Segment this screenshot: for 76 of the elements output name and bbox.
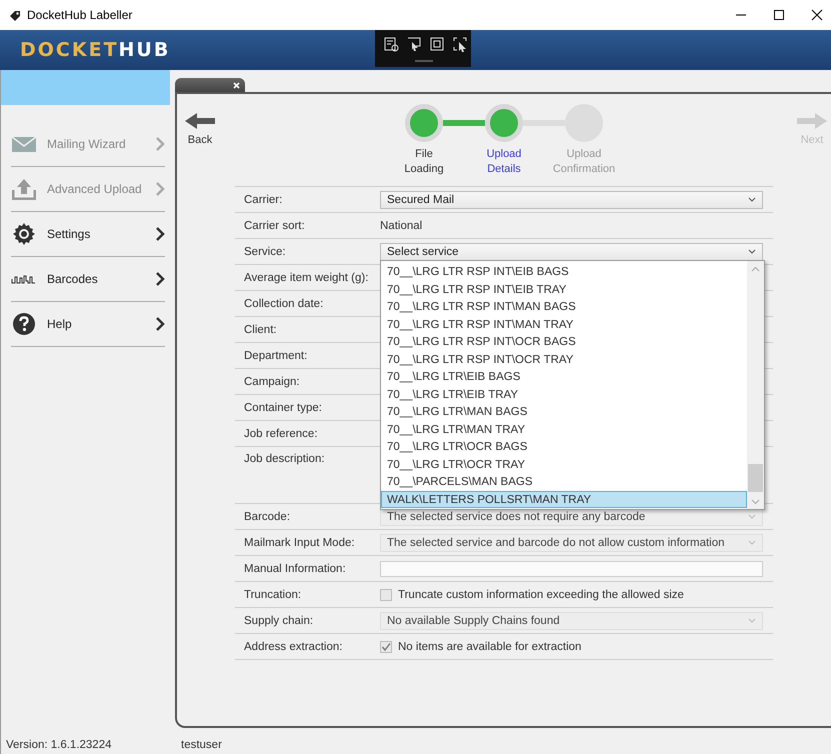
window-title: DocketHub Labeller: [27, 8, 134, 22]
step-label[interactable]: Upload Details: [464, 147, 544, 177]
field-label: Client:: [244, 324, 278, 336]
scrollbar[interactable]: [747, 261, 764, 509]
dropdown-option[interactable]: 70__\LRG LTR RSP INT\EIB BAGS: [381, 263, 747, 280]
dropdown-option[interactable]: 70__\LRG LTR RSP INT\OCR TRAY: [381, 350, 747, 368]
chevron-right-icon: [155, 227, 165, 241]
dropdown-option[interactable]: 70__\LRG LTR RSP INT\MAN BAGS: [381, 298, 747, 316]
envelope-icon: [11, 134, 37, 154]
dropdown-option[interactable]: 70__\LRG LTR RSP INT\OCR BAGS: [381, 333, 747, 350]
checkbox-label: No items are available for extraction: [398, 640, 582, 652]
dropdown-option[interactable]: 70__\LRG LTR\MAN TRAY: [381, 420, 747, 438]
tag-icon: [8, 8, 21, 22]
chevron-down-icon: [748, 540, 756, 545]
field-label: Collection date:: [244, 298, 324, 310]
chevron-right-icon: [155, 272, 165, 286]
chevron-right-icon: [155, 137, 165, 151]
step-label[interactable]: File Loading: [384, 147, 464, 177]
arrow-right-icon: [797, 112, 827, 130]
field-label: Average item weight (g):: [244, 272, 370, 284]
user-name: testuser: [181, 739, 222, 751]
select-field[interactable]: Secured Mail: [380, 190, 763, 208]
upload-icon: [12, 178, 36, 200]
selection-icon[interactable]: [452, 36, 468, 52]
field-label: Manual Information:: [244, 562, 347, 574]
dropdown-option[interactable]: 70__\LRG LTR\EIB BAGS: [381, 368, 747, 386]
dropdown-option[interactable]: 70__\LRG LTR\OCR TRAY: [381, 456, 747, 473]
select-element-icon[interactable]: [406, 36, 422, 52]
inspect-icon[interactable]: [383, 36, 399, 52]
select-field[interactable]: Select service: [380, 242, 763, 260]
field-label: Truncation:: [244, 588, 302, 600]
field-label: Job reference:: [244, 428, 319, 440]
chevron-right-icon: [155, 317, 165, 331]
scrollbar-thumb[interactable]: [748, 464, 763, 492]
barcode-icon: [11, 273, 37, 285]
checkmark-icon: [381, 642, 391, 652]
sidebar-item[interactable]: Barcodes: [11, 257, 165, 302]
version-text: Version: 1.6.1.23224: [6, 739, 112, 751]
field-label: Department:: [244, 350, 308, 362]
frame-icon[interactable]: [429, 36, 445, 52]
field-label: Job description:: [244, 453, 326, 465]
logo-text: HUB: [118, 39, 170, 61]
back-button[interactable]: Back: [185, 112, 215, 146]
chevron-down-icon: [748, 514, 756, 519]
chevron-down-icon: [748, 618, 756, 623]
sidebar-item[interactable]: Help: [11, 302, 165, 347]
maximize-icon[interactable]: [773, 9, 785, 21]
help-icon: [12, 312, 36, 336]
field-label: Campaign:: [244, 376, 301, 388]
arrow-left-icon: [185, 112, 215, 130]
dropdown-option[interactable]: 70__\LRG LTR RSP INT\MAN TRAY: [381, 316, 747, 333]
field-label: Barcode:: [244, 510, 292, 522]
logo-text: DOCKET: [20, 39, 119, 61]
close-icon[interactable]: [811, 9, 823, 21]
checkbox-label: Truncate custom information exceeding the allowed size: [398, 588, 684, 600]
gear-icon: [12, 222, 36, 246]
dropdown-option[interactable]: 70__\LRG LTR\MAN BAGS: [381, 403, 747, 420]
chevron-right-icon: [155, 182, 165, 196]
field-label: Container type:: [244, 402, 323, 414]
dropdown-option[interactable]: WALK\LETTERS POLLSRT\MAN TRAY: [381, 490, 747, 508]
document-tab[interactable]: [175, 78, 245, 92]
field-value: National: [380, 220, 422, 232]
field-label: Carrier sort:: [244, 220, 306, 232]
dropdown-option[interactable]: 70__\LRG LTR RSP INT\EIB TRAY: [381, 280, 747, 298]
chevron-down-icon: [748, 197, 756, 202]
field-label: Carrier:: [244, 194, 284, 206]
field-label: Address extraction:: [244, 640, 344, 652]
input-field[interactable]: [380, 560, 763, 576]
field-label: Mailmark Input Mode:: [244, 536, 356, 548]
dropdown-option[interactable]: 70__\LRG LTR\EIB TRAY: [381, 386, 747, 403]
sidebar-item[interactable]: Settings: [11, 212, 165, 257]
chevron-down-icon: [748, 249, 756, 254]
field-label: Supply chain:: [244, 614, 314, 626]
dropdown-option[interactable]: 70__\PARCELS\MAN BAGS: [381, 473, 747, 490]
dropdown-option[interactable]: 70__\LRG LTR\OCR BAGS: [381, 438, 747, 456]
field-label: Service:: [244, 246, 287, 258]
